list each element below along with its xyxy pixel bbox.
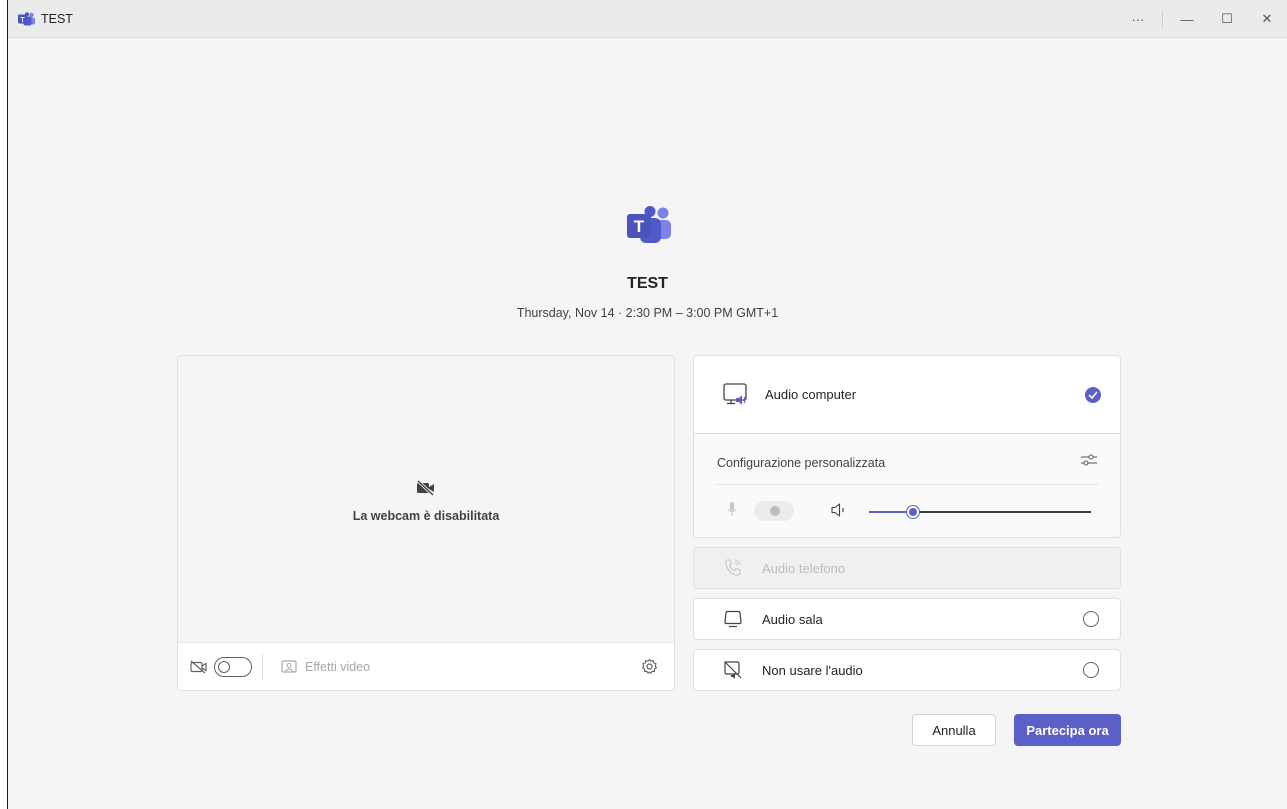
no-audio-icon [722,660,744,680]
computer-audio-card: Audio computer Configurazione personaliz… [693,355,1121,538]
camera-disabled-text: La webcam è disabilitata [352,508,500,523]
video-effects-label: Effetti video [305,659,371,674]
device-settings-gear-icon[interactable] [641,658,658,680]
speaker-volume-slider[interactable] [869,506,1091,518]
phone-icon [722,558,744,578]
title-bar: T TEST ··· — ☐ ✕ [8,0,1287,38]
video-bar-divider [262,653,263,680]
teams-app-icon: T [18,11,35,26]
phone-audio-label: Audio telefono [762,560,846,576]
svg-text:T: T [634,217,645,236]
video-effects-button[interactable]: Effetti video [281,660,370,674]
room-audio-radio[interactable] [1083,611,1099,627]
video-controls-bar: Effetti video [178,642,674,690]
cancel-button[interactable]: Annulla [912,714,996,746]
video-effects-icon [281,660,297,673]
microphone-toggle-knob [770,506,780,516]
desktop-edge [0,0,8,809]
audio-options-column: Audio computer Configurazione personaliz… [693,355,1121,691]
more-options-button[interactable]: ··· [1118,0,1158,38]
join-now-button[interactable]: Partecipa ora [1014,714,1121,746]
computer-audio-label: Audio computer [765,387,857,402]
title-bar-divider [1162,10,1163,28]
window-controls: ··· — ☐ ✕ [1118,0,1287,38]
audio-settings-sliders-icon[interactable] [1080,452,1098,473]
camera-small-off-icon [190,660,208,674]
maximize-button[interactable]: ☐ [1207,0,1247,38]
no-audio-radio[interactable] [1083,662,1099,678]
svg-text:T: T [20,16,25,23]
microphone-icon [727,501,737,522]
volume-slider-handle[interactable] [907,506,919,518]
teams-logo: T [625,205,673,245]
room-audio-option[interactable]: Audio sala [693,598,1121,640]
camera-toggle[interactable] [214,656,252,677]
computer-audio-icon [723,382,749,407]
meeting-datetime: Thursday, Nov 14 · 2:30 PM – 3:00 PM GMT… [516,306,779,320]
custom-config-label: Configurazione personalizzata [717,456,886,470]
close-button[interactable]: ✕ [1247,0,1287,38]
audio-config-panel: Configurazione personalizzata [694,434,1120,537]
meeting-title: TEST [627,275,668,292]
no-audio-label: Non usare l'audio [762,662,863,678]
checkmark-icon [1085,386,1101,403]
video-preview: La webcam è disabilitata [178,356,674,642]
camera-toggle-knob [218,660,230,673]
config-divider [717,484,1098,485]
window-title: TEST [41,11,73,26]
video-preview-card: La webcam è disabilitata Effetti video [177,355,675,691]
computer-audio-option[interactable]: Audio computer [694,356,1120,434]
no-audio-option[interactable]: Non usare l'audio [693,649,1121,691]
minimize-button[interactable]: — [1167,0,1207,38]
teams-window: T TEST ··· — ☐ ✕ T TEST Thursday, Nov 14… [8,0,1287,809]
camera-off-icon [416,479,436,501]
phone-audio-option: Audio telefono [693,547,1121,589]
room-audio-icon [722,610,744,628]
room-audio-label: Audio sala [762,611,823,627]
microphone-toggle[interactable] [754,501,794,521]
speaker-icon [830,502,848,523]
